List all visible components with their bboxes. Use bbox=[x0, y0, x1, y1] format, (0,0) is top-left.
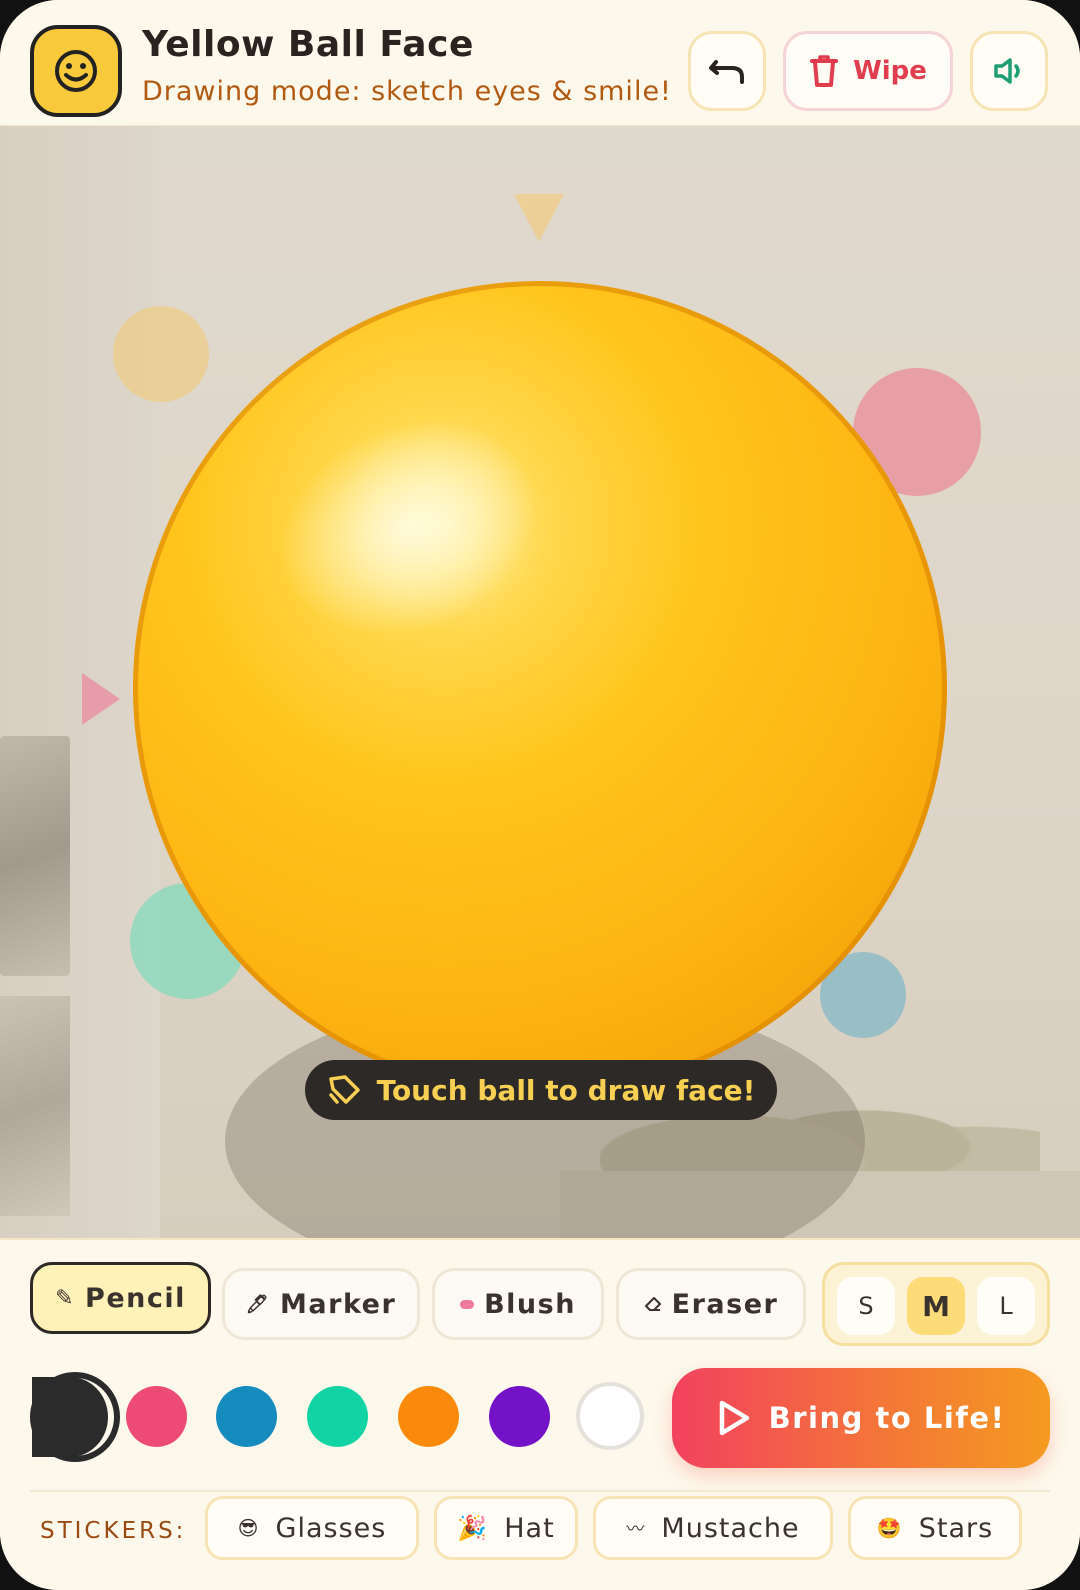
undo-button[interactable] bbox=[688, 31, 766, 111]
color-swatch-blue[interactable] bbox=[216, 1386, 277, 1447]
drawing-stage: Touch ball to draw face! bbox=[0, 126, 1080, 1238]
sound-button[interactable] bbox=[970, 31, 1048, 111]
draw-hint: Touch ball to draw face! bbox=[305, 1060, 777, 1120]
background-picture bbox=[0, 736, 70, 976]
tool-panel: ✎ Pencil 🖊 Marker Blush Eraser S M L Bri… bbox=[0, 1238, 1080, 1590]
play-icon bbox=[719, 1400, 749, 1436]
color-swatch-purple[interactable] bbox=[489, 1386, 550, 1447]
color-swatch-black bbox=[32, 1377, 108, 1457]
blush-label: Blush bbox=[484, 1288, 576, 1320]
size-l-button[interactable]: L bbox=[977, 1277, 1035, 1335]
sticker-label: Hat bbox=[504, 1512, 555, 1544]
marker-label: Marker bbox=[280, 1288, 397, 1320]
pencil-tag-icon bbox=[328, 1075, 360, 1104]
sticker-glasses-button[interactable]: 😎 Glasses bbox=[205, 1496, 419, 1560]
blush-icon bbox=[460, 1299, 475, 1309]
divider bbox=[30, 1490, 1050, 1492]
pencil-tool-button[interactable]: ✎ Pencil bbox=[30, 1262, 211, 1334]
sticker-hat-button[interactable]: 🎉 Hat bbox=[434, 1496, 578, 1560]
color-swatch-orange[interactable] bbox=[398, 1386, 459, 1447]
stickers-label: STICKERS: bbox=[40, 1518, 187, 1544]
eraser-tool-button[interactable]: Eraser bbox=[616, 1268, 806, 1340]
deco-triangle bbox=[514, 194, 564, 242]
undo-icon bbox=[709, 60, 744, 84]
marker-tool-button[interactable]: 🖊 Marker bbox=[222, 1268, 420, 1340]
mustache-icon: 〰 bbox=[626, 1519, 646, 1540]
blush-tool-button[interactable]: Blush bbox=[432, 1268, 604, 1340]
header: Yellow Ball Face Drawing mode: sketch ey… bbox=[0, 0, 1080, 126]
color-swatch-pink[interactable] bbox=[126, 1386, 187, 1447]
smiley-icon bbox=[30, 25, 122, 117]
color-swatch-white[interactable] bbox=[576, 1382, 644, 1450]
speaker-icon bbox=[994, 58, 1020, 84]
sticker-label: Stars bbox=[918, 1512, 994, 1544]
marker-icon: 🖊 bbox=[245, 1293, 271, 1315]
trash-icon bbox=[810, 55, 839, 87]
sticker-label: Mustache bbox=[661, 1512, 800, 1544]
sticker-mustache-button[interactable]: 〰 Mustache bbox=[593, 1496, 833, 1560]
size-m-button[interactable]: M bbox=[907, 1277, 965, 1335]
wipe-label: Wipe bbox=[853, 56, 927, 86]
draw-hint-text: Touch ball to draw face! bbox=[376, 1073, 756, 1107]
app-frame: Yellow Ball Face Drawing mode: sketch ey… bbox=[0, 0, 1080, 1590]
background-picture bbox=[0, 996, 70, 1216]
sunglasses-emoji-icon: 😎 bbox=[237, 1516, 260, 1540]
star-eyes-emoji-icon: 🤩 bbox=[876, 1516, 903, 1540]
page-title: Yellow Ball Face bbox=[142, 24, 474, 65]
eraser-icon bbox=[644, 1297, 661, 1311]
eraser-label: Eraser bbox=[671, 1288, 779, 1320]
bring-to-life-button[interactable]: Bring to Life! bbox=[672, 1368, 1050, 1468]
mode-subtitle: Drawing mode: sketch eyes & smile! bbox=[142, 76, 672, 107]
sticker-label: Glasses bbox=[275, 1512, 387, 1544]
deco-circle bbox=[113, 306, 209, 402]
yellow-ball-canvas[interactable] bbox=[133, 281, 947, 1095]
color-swatch-teal[interactable] bbox=[307, 1386, 368, 1447]
pencil-label: Pencil bbox=[85, 1282, 186, 1314]
wipe-button[interactable]: Wipe bbox=[783, 31, 953, 111]
bring-label: Bring to Life! bbox=[768, 1401, 1006, 1435]
pencil-icon: ✎ bbox=[55, 1285, 76, 1311]
sticker-stars-button[interactable]: 🤩 Stars bbox=[848, 1496, 1022, 1560]
deco-triangle bbox=[82, 673, 120, 725]
brush-size-selector: S M L bbox=[822, 1262, 1050, 1346]
size-s-button[interactable]: S bbox=[837, 1277, 895, 1335]
party-emoji-icon: 🎉 bbox=[457, 1514, 489, 1542]
